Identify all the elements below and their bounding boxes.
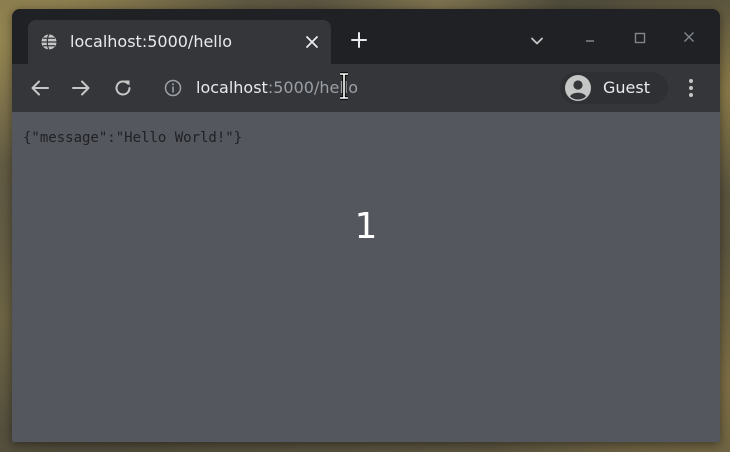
profile-label: Guest [603,78,650,97]
globe-icon [41,34,57,50]
browser-window: localhost:5000/hello localhost:5000/hell… [12,9,720,442]
back-arrow-icon[interactable] [29,77,51,99]
chevron-down-icon[interactable] [528,32,546,50]
close-tab-icon[interactable] [304,34,320,50]
close-icon[interactable] [682,30,696,44]
tab-localhost-hello[interactable]: localhost:5000/hello [28,20,331,64]
info-icon[interactable] [164,79,182,97]
overlay-number: 1 [354,206,378,247]
text-cursor-icon [340,72,348,100]
page-content: {"message":"Hello World!"} 1 [12,112,720,442]
profile-button[interactable]: Guest [560,72,668,104]
reload-icon[interactable] [112,77,134,99]
kebab-menu-icon[interactable] [682,77,700,99]
minimize-icon[interactable] [583,31,597,45]
guest-avatar-icon [565,75,591,101]
tab-title: localhost:5000/hello [70,32,232,51]
url-host: localhost [196,78,268,97]
url-text: localhost:5000/hello [196,78,358,97]
address-bar[interactable]: localhost:5000/hello [154,72,570,104]
new-tab-icon[interactable] [349,30,369,50]
maximize-icon[interactable] [633,31,647,45]
tab-strip: localhost:5000/hello [12,9,720,64]
json-response: {"message":"Hello World!"} [23,130,243,146]
forward-arrow-icon[interactable] [70,77,92,99]
browser-toolbar: localhost:5000/hello Guest [12,64,720,112]
